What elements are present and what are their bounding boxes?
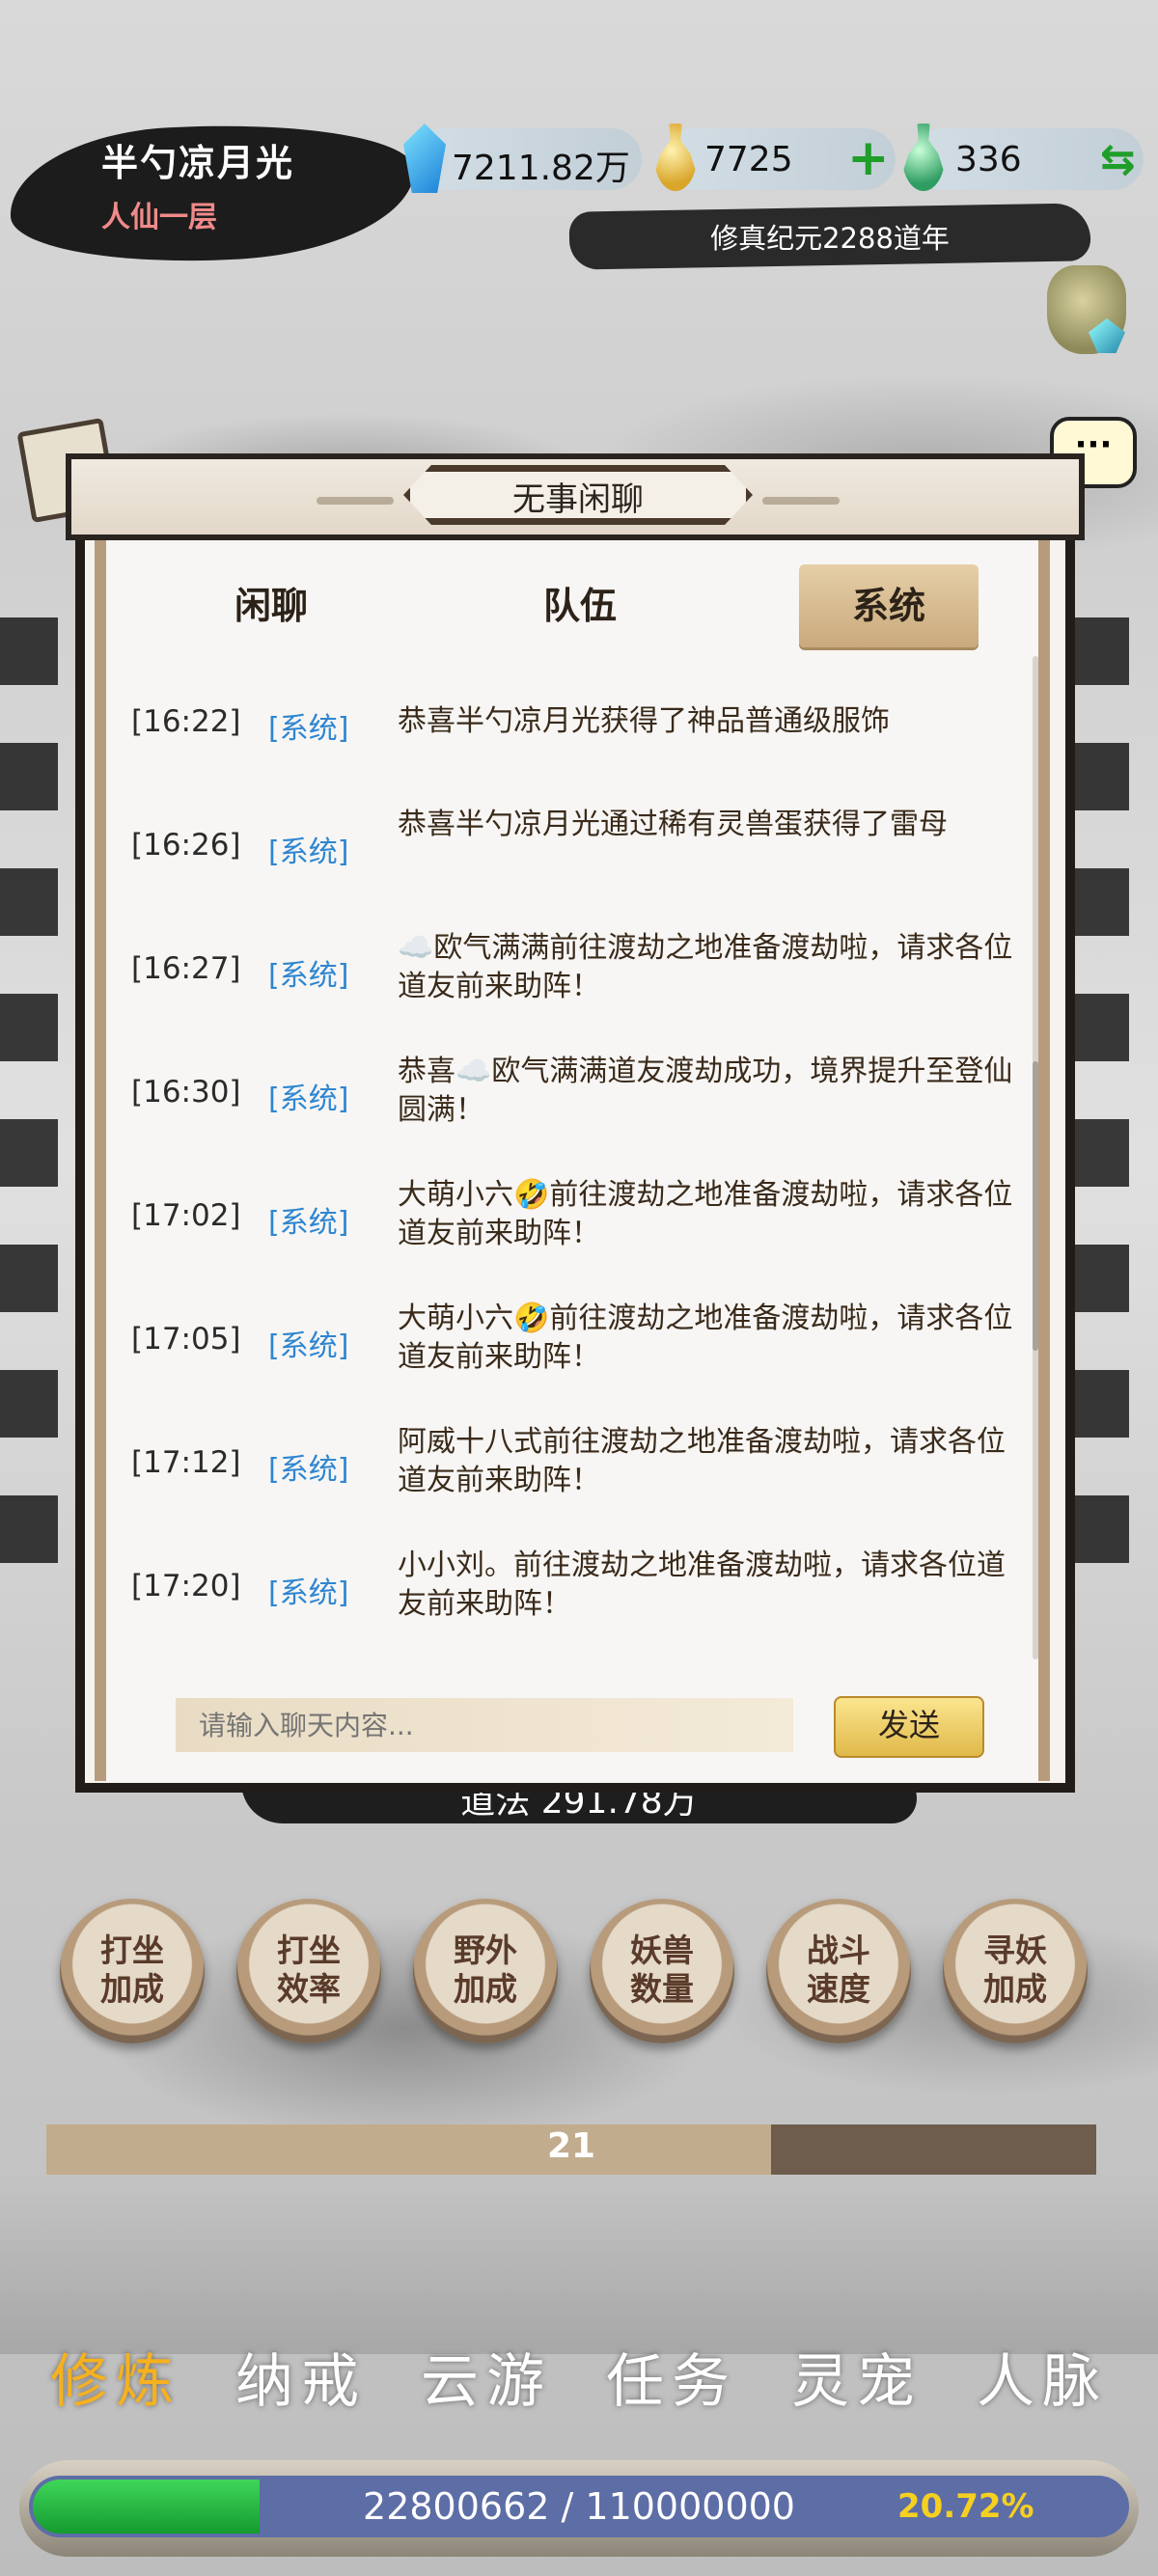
tab-system[interactable]: 系统 (799, 564, 979, 647)
wild-bonus-button[interactable]: 野外 加成 (413, 1899, 558, 2043)
left-scroll-edge (0, 617, 58, 1582)
list-item: [16:26] [系统] 恭喜半勺凉月光通过稀有灵兽蛋获得了雷母 (106, 806, 1033, 921)
message-tag: [系统] (268, 712, 349, 746)
nav-cultivate[interactable]: 修炼 (29, 2335, 203, 2419)
round-button-label: 打坐 效率 (277, 1932, 341, 2008)
add-gold-button[interactable]: + (847, 133, 890, 183)
background-lake (0, 2180, 1158, 2354)
player-name[interactable]: 半勺凉月光 (101, 133, 294, 186)
message-text: 恭喜☁️欧气满满道友渡劫成功，境界提升至登仙圆满！ (398, 1055, 1013, 1127)
round-button-label: 战斗 速度 (807, 1932, 870, 2008)
message-text: 大萌小六🤣前往渡劫之地准备渡劫啦，请求各位道友前来助阵！ (398, 1302, 1013, 1374)
message-text: 恭喜半勺凉月光获得了神品普通级服饰 (398, 704, 890, 738)
exp-bar-fill (33, 2480, 260, 2534)
rope-right (762, 497, 840, 505)
message-tag: [系统] (268, 1329, 349, 1363)
list-item: [17:05] [系统] 大萌小六🤣前往渡劫之地准备渡劫啦，请求各位道友前来助阵… (106, 1300, 1033, 1415)
swap-icon[interactable]: ⇆ (1100, 135, 1136, 184)
message-time: [17:02] (131, 1198, 241, 1233)
era-label: 修真纪元2288道年 (710, 222, 950, 255)
player-rank: 人仙一层 (101, 201, 217, 234)
chat-panel-title: 无事闲聊 (512, 480, 644, 519)
list-item: [16:30] [系统] 恭喜☁️欧气满满道友渡劫成功，境界提升至登仙圆满！ (106, 1053, 1033, 1168)
list-item: [17:12] [系统] 阿威十八式前往渡劫之地准备渡劫啦，请求各位道友前来助阵… (106, 1423, 1033, 1539)
exp-value: 22800662 / 110000000 (363, 2485, 795, 2528)
message-tag: [系统] (268, 1206, 349, 1240)
round-button-label: 野外 加成 (454, 1932, 517, 2008)
message-tag: [系统] (268, 1453, 349, 1487)
message-time: [16:22] (131, 704, 241, 739)
nav-contacts[interactable]: 人脉 (955, 2335, 1129, 2419)
monster-count-button[interactable]: 妖兽 数量 (590, 1899, 734, 2043)
message-tag: [系统] (268, 1576, 349, 1610)
message-time: [17:12] (131, 1445, 241, 1480)
message-time: [17:20] (131, 1569, 241, 1603)
message-time: [17:05] (131, 1322, 241, 1357)
meditation-bonus-button[interactable]: 打坐 加成 (60, 1899, 205, 2043)
message-time: [16:27] (131, 951, 241, 986)
message-tag: [系统] (268, 836, 349, 869)
level-progress-value: 21 (546, 2126, 596, 2166)
battle-speed-button[interactable]: 战斗 速度 (766, 1899, 911, 2043)
message-time: [16:26] (131, 828, 241, 863)
message-text: 恭喜半勺凉月光通过稀有灵兽蛋获得了雷母 (398, 808, 948, 841)
nav-ring[interactable]: 纳戒 (214, 2335, 388, 2419)
message-time: [16:30] (131, 1075, 241, 1110)
tab-team[interactable]: 队伍 (490, 564, 670, 647)
message-scroll-thumb[interactable] (1033, 1061, 1038, 1351)
message-text: 大萌小六🤣前往渡劫之地准备渡劫啦，请求各位道友前来助阵！ (398, 1178, 1013, 1250)
list-item: [16:22] [系统] 恭喜半勺凉月光获得了神品普通级服饰 (106, 697, 1033, 812)
search-monster-bonus-button[interactable]: 寻妖 加成 (943, 1899, 1088, 2043)
list-item: [16:27] [系统] ☁️欧气满满前往渡劫之地准备渡劫啦，请求各位道友前来助… (106, 929, 1033, 1045)
round-button-label: 妖兽 数量 (630, 1932, 694, 2008)
nav-pets[interactable]: 灵宠 (770, 2335, 944, 2419)
exp-percent: 20.72% (897, 2487, 1034, 2526)
list-item: [17:02] [系统] 大萌小六🤣前往渡劫之地准备渡劫啦，请求各位道友前来助阵… (106, 1176, 1033, 1292)
message-tag: [系统] (268, 959, 349, 993)
gold-count: 7725 (704, 140, 793, 179)
message-text: 阿威十八式前往渡劫之地准备渡劫啦，请求各位道友前来助阵！ (398, 1425, 1006, 1497)
jade-count: 336 (955, 140, 1022, 179)
rope-left (317, 497, 394, 505)
round-button-label: 寻妖 加成 (983, 1932, 1047, 2008)
chat-input[interactable] (176, 1698, 793, 1752)
right-scroll-edge (1071, 617, 1129, 1582)
round-button-label: 打坐 加成 (100, 1932, 164, 2008)
message-tag: [系统] (268, 1082, 349, 1116)
nav-travel[interactable]: 云游 (400, 2335, 573, 2419)
send-button[interactable]: 发送 (834, 1696, 984, 1758)
meditation-efficiency-button[interactable]: 打坐 效率 (236, 1899, 381, 2043)
tab-chat[interactable]: 闲聊 (181, 564, 361, 647)
spirit-stone-count: 7211.82万 (452, 149, 630, 188)
message-text: 小小刘。前往渡劫之地准备渡劫啦，请求各位道友前来助阵！ (398, 1548, 1006, 1621)
nav-tasks[interactable]: 任务 (585, 2335, 758, 2419)
list-item: [17:20] [系统] 小小刘。前往渡劫之地准备渡劫啦，请求各位道友前来助阵！ (106, 1547, 1033, 1662)
message-text: ☁️欧气满满前往渡劫之地准备渡劫啦，请求各位道友前来助阵！ (398, 931, 1013, 1003)
